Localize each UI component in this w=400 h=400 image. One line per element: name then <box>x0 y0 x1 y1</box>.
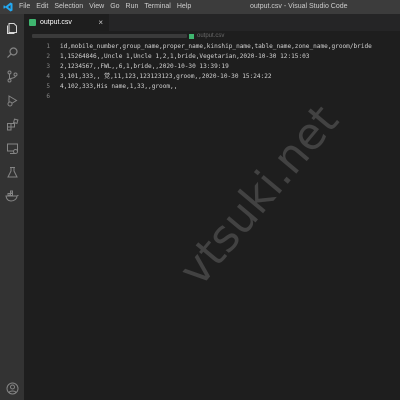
explorer-icon[interactable] <box>4 20 20 36</box>
code-line: 2 1,15264846,,Uncle 1,Uncle 1,2,1,bride,… <box>24 52 400 62</box>
tab-bar: output.csv × <box>24 14 400 31</box>
menu-edit[interactable]: Edit <box>33 0 51 14</box>
code-line: 3 2,1234567,,FWL,,6,1,bride,,2020-10-30 … <box>24 62 400 72</box>
source-control-icon[interactable] <box>4 68 20 84</box>
line-content: 4,102,333,His name,1,33,,groom,, <box>60 83 178 90</box>
tab-label: output.csv <box>40 19 72 26</box>
menu-help[interactable]: Help <box>174 0 194 14</box>
breadcrumb-file-label: output.csv <box>197 33 225 39</box>
search-icon[interactable] <box>4 44 20 60</box>
window-title: output.csv - Visual Studio Code <box>250 3 348 10</box>
line-content: 2,1234567,,FWL,,6,1,bride,,2020-10-30 13… <box>60 63 229 70</box>
editor-area: output.csv × output.csv 1 id,mobile_numb… <box>24 14 400 400</box>
menu-view[interactable]: View <box>86 0 107 14</box>
line-content: 3,101,333,, 觉,11,123,123123123,groom,,20… <box>60 73 272 80</box>
code-editor[interactable]: 1 id,mobile_number,group_name,proper_nam… <box>24 42 400 400</box>
menu-file[interactable]: File <box>16 0 33 14</box>
run-debug-icon[interactable] <box>4 92 20 108</box>
csv-file-icon <box>189 33 194 39</box>
vscode-window: File Edit Selection View Go Run Terminal… <box>0 0 400 400</box>
account-icon[interactable] <box>4 380 20 396</box>
line-number: 1 <box>46 43 50 50</box>
tab-output-csv[interactable]: output.csv × <box>24 14 109 31</box>
line-number: 5 <box>46 83 50 90</box>
code-line: 4 3,101,333,, 觉,11,123,123123123,groom,,… <box>24 72 400 82</box>
menu-terminal[interactable]: Terminal <box>141 0 173 14</box>
docker-icon[interactable] <box>4 188 20 204</box>
remote-explorer-icon[interactable] <box>4 140 20 156</box>
close-tab-icon[interactable]: × <box>98 18 103 27</box>
line-number: 2 <box>46 53 50 60</box>
line-content: 1,15264846,,Uncle 1,Uncle 1,2,1,bride,Ve… <box>60 53 310 60</box>
vscode-logo-icon <box>0 0 16 14</box>
code-line: 6 <box>24 92 400 102</box>
blurred-path <box>32 34 187 38</box>
menu-selection[interactable]: Selection <box>51 0 86 14</box>
extensions-icon[interactable] <box>4 116 20 132</box>
testing-icon[interactable] <box>4 164 20 180</box>
line-number: 3 <box>46 63 50 70</box>
line-number: 6 <box>46 93 50 100</box>
line-content: id,mobile_number,group_name,proper_name,… <box>60 43 372 50</box>
breadcrumb: output.csv <box>24 31 400 41</box>
breadcrumb-file[interactable]: output.csv <box>189 31 224 41</box>
code-line: 1 id,mobile_number,group_name,proper_nam… <box>24 42 400 52</box>
title-bar: File Edit Selection View Go Run Terminal… <box>0 0 400 14</box>
menu-go[interactable]: Go <box>107 0 122 14</box>
csv-file-icon <box>29 19 36 26</box>
activity-bar <box>0 14 24 400</box>
menu-run[interactable]: Run <box>123 0 142 14</box>
code-line: 5 4,102,333,His name,1,33,,groom,, <box>24 82 400 92</box>
line-number: 4 <box>46 73 50 80</box>
